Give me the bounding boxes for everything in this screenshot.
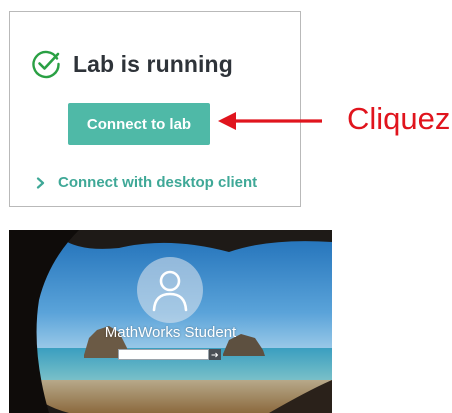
submit-button[interactable] (209, 349, 221, 360)
lab-status-card: Lab is running Connect to lab Connect wi… (9, 11, 301, 207)
check-circle-icon (32, 50, 60, 79)
username-label: MathWorks Student (104, 324, 237, 341)
status-title: Lab is running (73, 50, 233, 77)
connect-to-lab-button[interactable]: Connect to lab (68, 103, 210, 145)
connect-desktop-client-link[interactable]: Connect with desktop client (36, 174, 257, 191)
left-arrow-icon (218, 112, 322, 130)
arrow-right-icon (211, 352, 219, 357)
password-input[interactable] (118, 349, 209, 360)
chevron-right-icon (36, 176, 45, 189)
avatar (137, 257, 203, 323)
user-icon (152, 270, 188, 312)
windows-login-screenshot: MathWorks Student (9, 230, 332, 413)
cliquez-annotation: Cliquez (347, 101, 451, 136)
desktop-link-label: Connect with desktop client (58, 174, 258, 191)
status-row: Lab is running (31, 49, 233, 79)
